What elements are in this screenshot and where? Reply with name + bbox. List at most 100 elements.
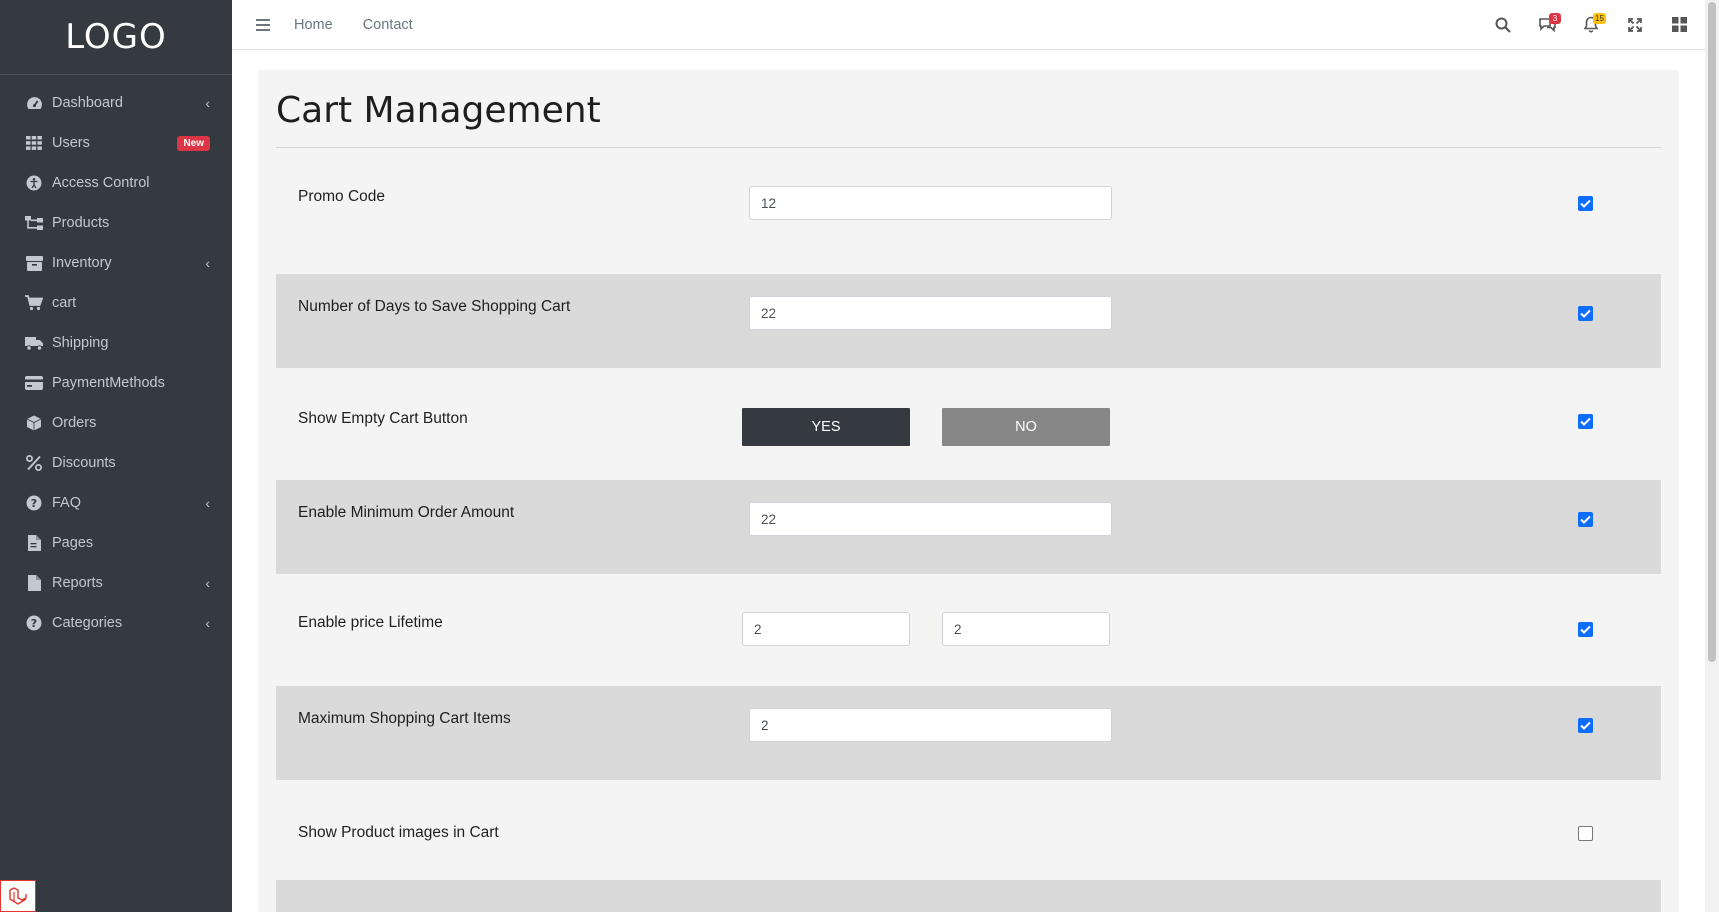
max-cart-items-input[interactable]: 2: [749, 708, 1112, 742]
sidebar-item-label: Dashboard: [52, 95, 123, 111]
max-cart-items-checkbox[interactable]: [1578, 718, 1593, 733]
chevron-left-icon: ‹: [205, 615, 210, 631]
sidebar-item-label: Discounts: [52, 455, 116, 471]
search-icon[interactable]: [1481, 0, 1525, 50]
setting-row-max-cart-items: Maximum Shopping Cart Items 2: [276, 686, 1661, 780]
chevron-left-icon: ‹: [205, 495, 210, 511]
sidebar-item-reports[interactable]: Reports ‹: [0, 563, 232, 603]
nav-link-home[interactable]: Home: [294, 17, 333, 33]
sidebar-item-discounts[interactable]: Discounts: [0, 443, 232, 483]
min-order-amount-checkbox[interactable]: [1578, 512, 1593, 527]
sidebar-item-products[interactable]: Products: [0, 203, 232, 243]
no-button[interactable]: NO: [942, 408, 1110, 446]
checkmark-icon: [1580, 721, 1591, 730]
setting-row-cart-days: Number of Days to Save Shopping Cart 22: [276, 274, 1661, 368]
setting-row-product-images: Show Product images in Cart: [276, 780, 1661, 880]
question-circle-icon: ?: [24, 493, 44, 513]
setting-label: Enable price Lifetime: [298, 614, 443, 631]
checkmark-icon: [1580, 309, 1591, 318]
sidebar-item-label: FAQ: [52, 495, 82, 511]
setting-label: Promo Code: [298, 188, 386, 205]
setting-label: Show Product images in Cart: [298, 824, 499, 841]
promo-code-checkbox[interactable]: [1578, 196, 1593, 211]
laravel-icon[interactable]: [0, 880, 36, 912]
sidebar-item-label: Reports: [52, 575, 103, 591]
product-images-checkbox[interactable]: [1578, 826, 1593, 841]
sidebar-item-shipping[interactable]: Shipping: [0, 323, 232, 363]
percent-icon: [24, 453, 44, 473]
control-sidebar-grid-icon[interactable]: [1657, 0, 1701, 50]
top-navbar: Home Contact 3 15: [232, 0, 1705, 50]
sidebar-item-faq[interactable]: ? FAQ ‹: [0, 483, 232, 523]
checkmark-icon: [1580, 199, 1591, 208]
min-order-amount-input[interactable]: 22: [749, 502, 1112, 536]
question-circle-icon: ?: [24, 613, 44, 633]
notifications-badge: 15: [1593, 12, 1606, 24]
sidebar-item-label: Users: [52, 135, 90, 151]
setting-row-empty-cart-button: Show Empty Cart Button YES NO: [276, 368, 1661, 478]
title-divider: [276, 147, 1661, 148]
cube-icon: [24, 413, 44, 433]
file-icon: [24, 533, 44, 553]
sidebar: LOGO Dashboard ‹ Users New Access Contro…: [0, 0, 232, 912]
setting-row-min-order-amount: Enable Minimum Order Amount 22: [276, 480, 1661, 574]
sidebar-item-orders[interactable]: Orders: [0, 403, 232, 443]
sidebar-item-inventory[interactable]: Inventory ‹: [0, 243, 232, 283]
empty-cart-button-checkbox[interactable]: [1578, 414, 1593, 429]
sidebar-item-label: Inventory: [52, 255, 112, 271]
sidebar-item-dashboard[interactable]: Dashboard ‹: [0, 83, 232, 123]
new-badge: New: [177, 135, 210, 151]
price-lifetime-input-1[interactable]: 2: [742, 612, 910, 646]
sidebar-item-cart[interactable]: cart: [0, 283, 232, 323]
cart-days-input[interactable]: 22: [749, 296, 1112, 330]
logo-text: LOGO: [65, 17, 167, 57]
grid-icon: [24, 133, 44, 153]
sidebar-item-label: Categories: [52, 615, 123, 631]
price-lifetime-checkbox[interactable]: [1578, 622, 1593, 637]
price-lifetime-input-2[interactable]: 2: [942, 612, 1110, 646]
vertical-scrollbar[interactable]: [1705, 0, 1719, 912]
setting-label: Enable Minimum Order Amount: [298, 504, 515, 521]
nav-link-contact[interactable]: Contact: [363, 17, 413, 33]
navbar-right: 3 15: [1481, 0, 1701, 50]
messages-icon[interactable]: 3: [1525, 0, 1569, 50]
main-content: Cart Management Promo Code 12 Number of …: [232, 50, 1705, 912]
fullscreen-icon[interactable]: [1613, 0, 1657, 50]
sidebar-item-users[interactable]: Users New: [0, 123, 232, 163]
brand[interactable]: LOGO: [0, 0, 232, 75]
yes-button[interactable]: YES: [742, 408, 910, 446]
chevron-left-icon: ‹: [205, 95, 210, 111]
promo-code-input[interactable]: 12: [749, 186, 1112, 220]
svg-text:?: ?: [31, 497, 37, 510]
sidebar-item-payment-methods[interactable]: PaymentMethods: [0, 363, 232, 403]
box-icon: [24, 253, 44, 273]
cart-days-checkbox[interactable]: [1578, 306, 1593, 321]
credit-card-icon: [24, 373, 44, 393]
setting-row-partial: [276, 880, 1661, 912]
sidebar-item-categories[interactable]: ? Categories ‹: [0, 603, 232, 643]
scrollbar-thumb[interactable]: [1708, 2, 1716, 662]
sidebar-item-label: PaymentMethods: [52, 375, 165, 391]
sidebar-item-label: Access Control: [52, 175, 150, 191]
sidebar-item-label: Orders: [52, 415, 97, 431]
page-title: Cart Management: [276, 90, 601, 131]
checkmark-icon: [1580, 515, 1591, 524]
dashboard-icon: [24, 93, 44, 113]
sidebar-item-access-control[interactable]: Access Control: [0, 163, 232, 203]
setting-label: Maximum Shopping Cart Items: [298, 710, 511, 727]
hamburger-menu-icon[interactable]: [254, 16, 272, 34]
chevron-left-icon: ‹: [205, 255, 210, 271]
sidebar-item-label: cart: [52, 295, 77, 311]
chevron-left-icon: ‹: [205, 575, 210, 591]
notifications-bell-icon[interactable]: 15: [1569, 0, 1613, 50]
sidebar-item-pages[interactable]: Pages: [0, 523, 232, 563]
setting-label: Show Empty Cart Button: [298, 410, 468, 427]
sidebar-item-label: Products: [52, 215, 110, 231]
sidebar-item-label: Shipping: [52, 335, 109, 351]
sidebar-nav: Dashboard ‹ Users New Access Control Pro…: [0, 75, 232, 643]
setting-label: Number of Days to Save Shopping Cart: [298, 298, 571, 315]
setting-row-price-lifetime: Enable price Lifetime 2 2: [276, 574, 1661, 678]
sidebar-item-label: Pages: [52, 535, 94, 551]
truck-icon: [24, 333, 44, 353]
report-file-icon: [24, 573, 44, 593]
